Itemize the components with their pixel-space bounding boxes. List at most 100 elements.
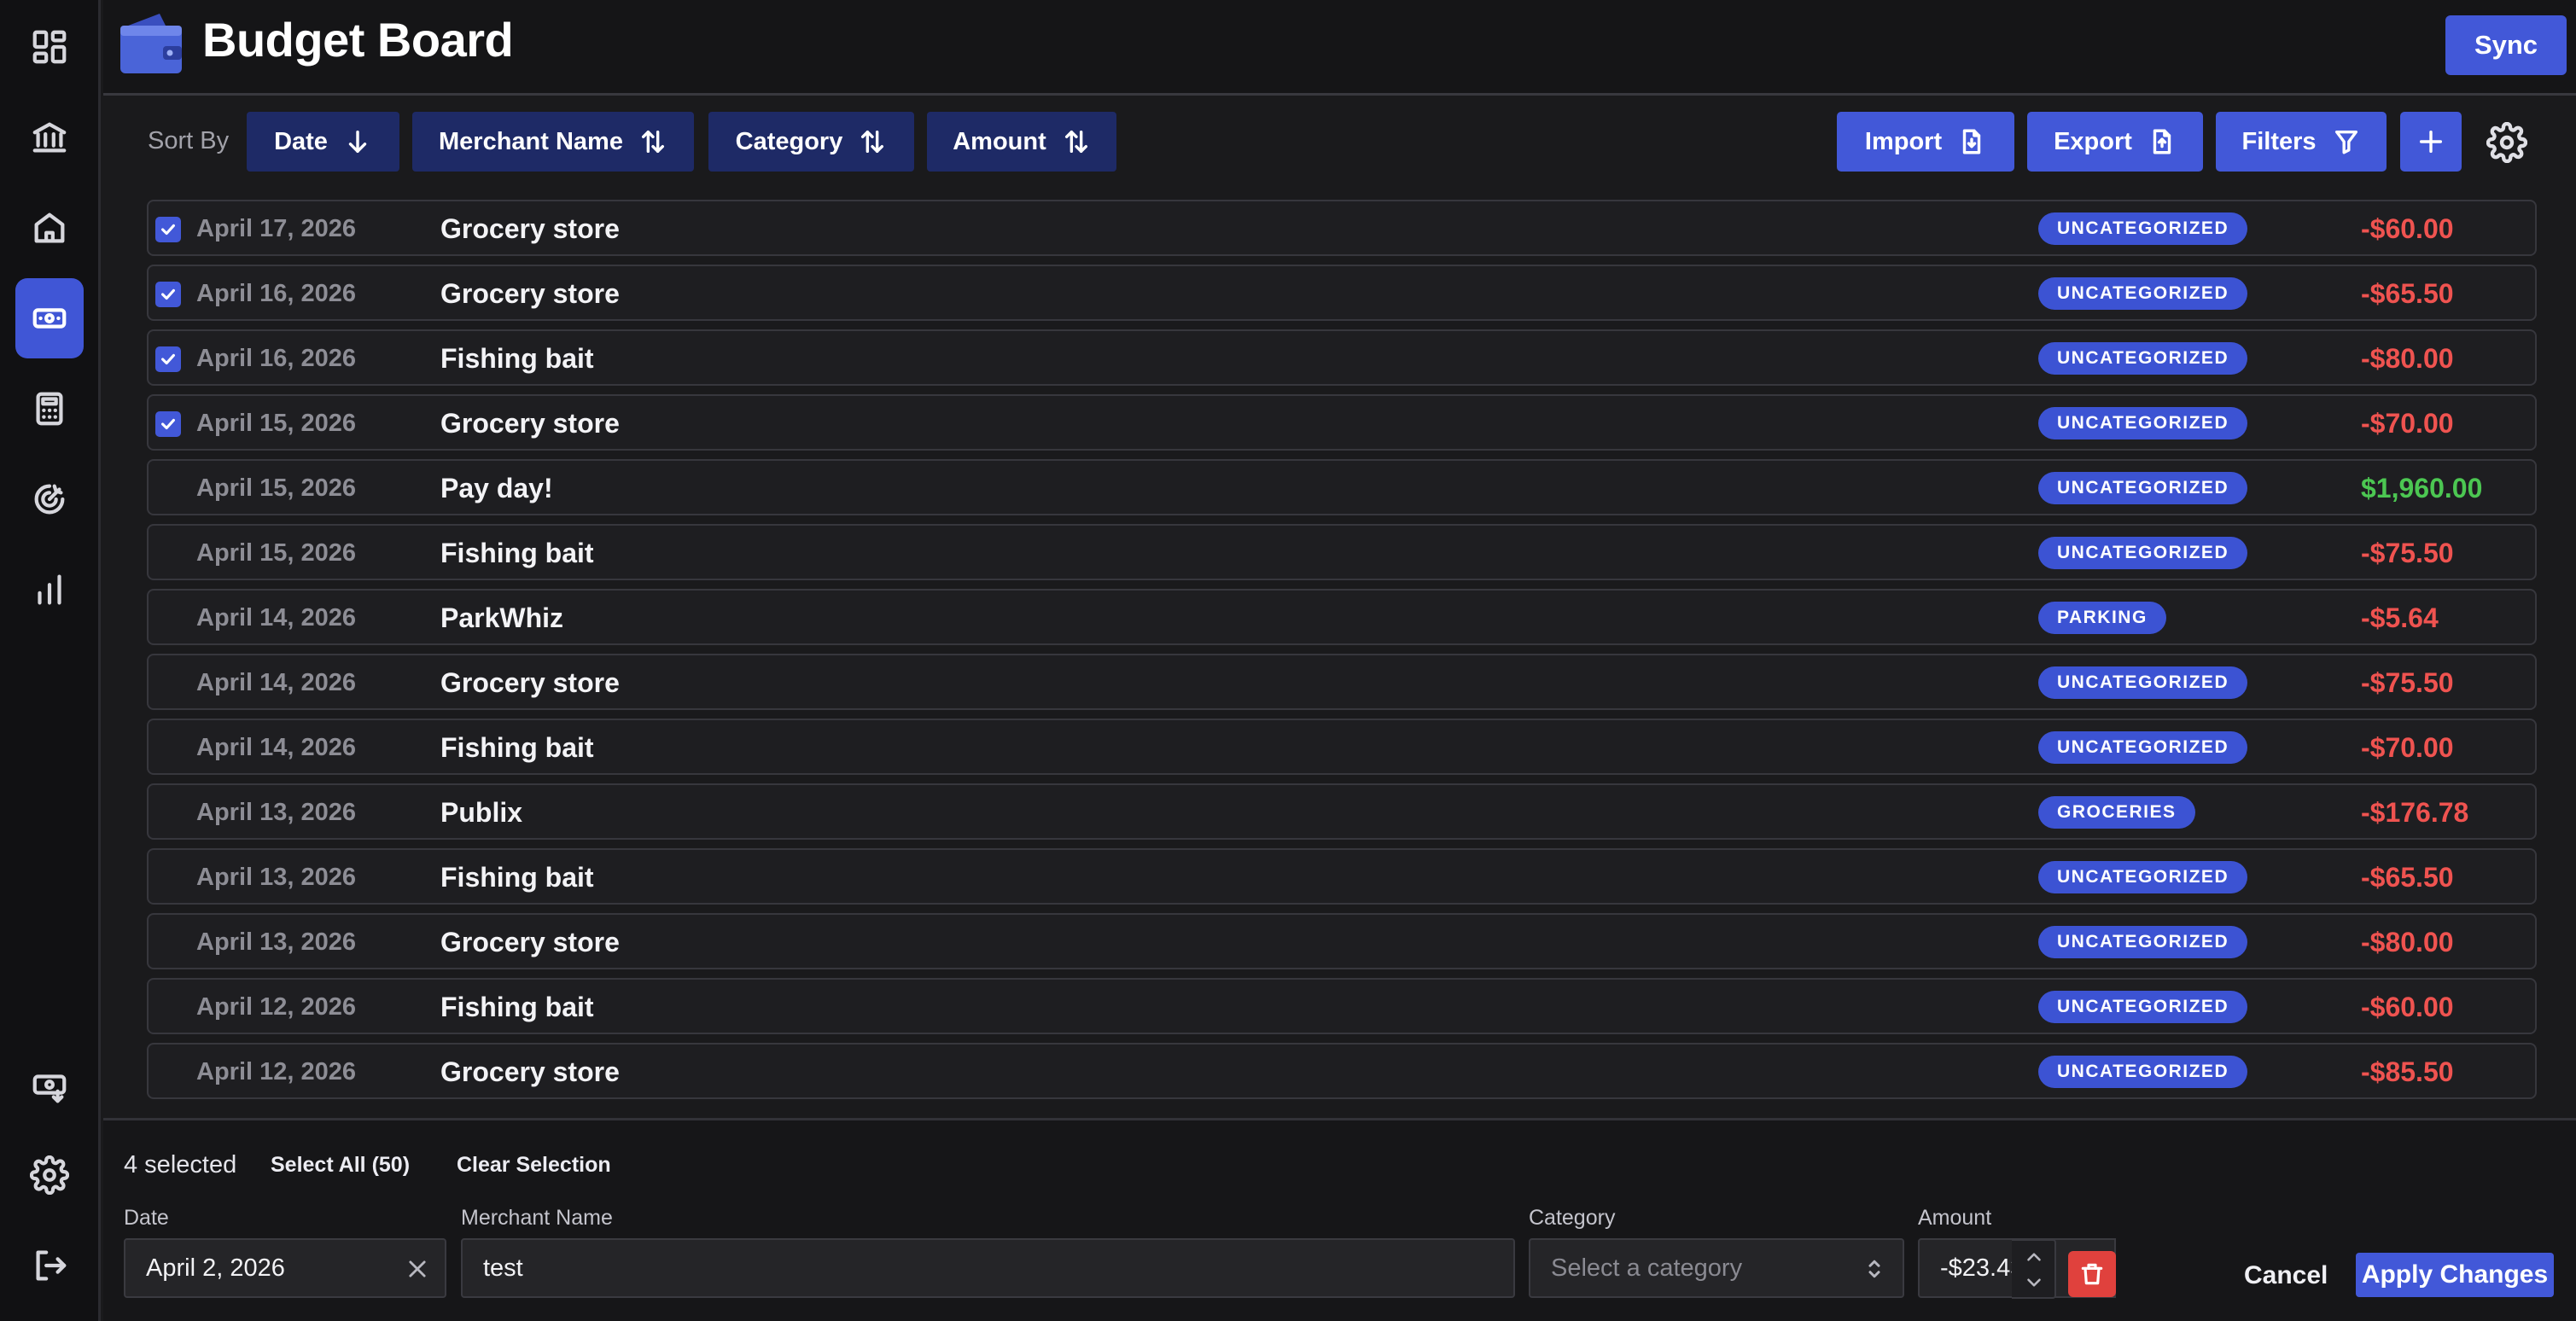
row-checkbox[interactable] (155, 282, 181, 307)
date-field[interactable]: April 2, 2026 (124, 1238, 446, 1298)
sort-merchant-button[interactable]: Merchant Name (412, 112, 694, 172)
transaction-row[interactable]: April 16, 2026 Grocery store UNCATEGORIZED… (147, 265, 2537, 321)
category-badge[interactable]: UNCATEGORIZED (2038, 407, 2248, 439)
transaction-amount: -$70.00 (2361, 732, 2454, 763)
sort-date-button[interactable]: Date (247, 112, 399, 172)
dashboard-icon (32, 30, 67, 64)
check-icon (161, 224, 175, 236)
transaction-merchant: Grocery store (440, 213, 620, 244)
transaction-date: April 12, 2026 (196, 993, 356, 1021)
nav-dashboard[interactable] (15, 7, 84, 87)
bulk-edit-panel: 4 selected Select All (50) Clear Selecti… (103, 1118, 2576, 1321)
app-title: Budget Board (202, 13, 514, 67)
cancel-button[interactable]: Cancel (2244, 1261, 2328, 1290)
apply-changes-button[interactable]: Apply Changes (2356, 1253, 2554, 1297)
transaction-list: April 17, 2026 Grocery store UNCATEGORIZED… (147, 200, 2537, 1116)
transaction-row[interactable]: April 15, 2026 Fishing bait UNCATEGORIZED -… (147, 524, 2537, 580)
amount-stepper[interactable] (2012, 1239, 2056, 1299)
clear-selection-button[interactable]: Clear Selection (457, 1153, 611, 1178)
filters-label: Filters (2241, 127, 2317, 155)
category-badge[interactable]: UNCATEGORIZED (2038, 926, 2248, 958)
transaction-merchant: Grocery store (440, 408, 620, 439)
nav-home[interactable] (15, 188, 84, 268)
nav-import-money[interactable] (15, 1046, 84, 1126)
transaction-date: April 15, 2026 (196, 474, 356, 502)
category-badge[interactable]: UNCATEGORIZED (2038, 342, 2248, 375)
transaction-row[interactable]: April 14, 2026 ParkWhiz PARKING -$5.64 (147, 589, 2537, 645)
delete-selected-button[interactable] (2068, 1251, 2116, 1297)
transaction-date: April 13, 2026 (196, 928, 356, 956)
transaction-merchant: Grocery store (440, 1056, 620, 1087)
sync-button[interactable]: Sync (2445, 15, 2567, 75)
category-badge[interactable]: UNCATEGORIZED (2038, 472, 2248, 504)
category-badge[interactable]: UNCATEGORIZED (2038, 1056, 2248, 1088)
import-button[interactable]: Import (1837, 112, 2014, 172)
merchant-field-label: Merchant Name (461, 1206, 613, 1230)
nav-accounts[interactable] (15, 97, 84, 177)
transaction-row[interactable]: April 13, 2026 Fishing bait UNCATEGORIZED -… (147, 848, 2537, 905)
category-badge[interactable]: UNCATEGORIZED (2038, 212, 2248, 245)
category-badge[interactable]: UNCATEGORIZED (2038, 861, 2248, 893)
category-badge[interactable]: UNCATEGORIZED (2038, 277, 2248, 310)
transaction-date: April 13, 2026 (196, 799, 356, 826)
category-badge[interactable]: UNCATEGORIZED (2038, 666, 2248, 699)
transaction-row[interactable]: April 13, 2026 Publix GROCERIES -$176.78 (147, 783, 2537, 840)
clear-date-icon[interactable] (405, 1257, 429, 1281)
transaction-row[interactable]: April 14, 2026 Grocery store UNCATEGORIZED… (147, 654, 2537, 710)
transaction-date: April 12, 2026 (196, 1058, 356, 1085)
merchant-name-input[interactable]: test (461, 1238, 1515, 1298)
row-checkbox[interactable] (155, 346, 181, 372)
export-button[interactable]: Export (2027, 112, 2203, 172)
sort-button-label: Date (274, 127, 328, 155)
category-badge[interactable]: UNCATEGORIZED (2038, 991, 2248, 1023)
category-badge[interactable]: UNCATEGORIZED (2038, 537, 2248, 569)
sort-category-button[interactable]: Category (708, 112, 914, 172)
select-all-button[interactable]: Select All (50) (271, 1153, 410, 1178)
transaction-row[interactable]: April 12, 2026 Grocery store UNCATEGORIZED… (147, 1043, 2537, 1099)
transaction-amount: $1,960.00 (2361, 473, 2483, 503)
money-download-icon (32, 1074, 67, 1103)
bar-chart-icon (38, 574, 61, 605)
transaction-amount: -$80.00 (2361, 927, 2454, 957)
transaction-row[interactable]: April 15, 2026 Pay day! UNCATEGORIZED $1,96… (147, 459, 2537, 515)
transaction-amount: -$75.50 (2361, 538, 2454, 568)
transaction-row[interactable]: April 12, 2026 Fishing bait UNCATEGORIZED -… (147, 978, 2537, 1034)
date-field-value: April 2, 2026 (146, 1254, 285, 1282)
category-badge[interactable]: GROCERIES (2038, 796, 2195, 829)
nav-settings[interactable] (15, 1135, 84, 1215)
chevron-down-icon[interactable] (2023, 1272, 2045, 1294)
app-header: Budget Board Sync (103, 0, 2576, 96)
list-settings-button[interactable] (2481, 117, 2532, 168)
row-checkbox[interactable] (155, 411, 181, 437)
calculator-icon (36, 392, 63, 426)
nav-goals[interactable] (15, 459, 84, 539)
transaction-row[interactable]: April 13, 2026 Grocery store UNCATEGORIZED… (147, 913, 2537, 969)
check-icon (161, 418, 175, 430)
filters-button[interactable]: Filters (2216, 112, 2387, 172)
transaction-row[interactable]: April 15, 2026 Grocery store UNCATEGORIZED… (147, 394, 2537, 451)
transaction-row[interactable]: April 14, 2026 Fishing bait UNCATEGORIZED -… (147, 719, 2537, 775)
bank-icon (32, 122, 67, 153)
transaction-merchant: Fishing bait (440, 992, 594, 1022)
row-checkbox[interactable] (155, 217, 181, 242)
sort-arrows-icon (1064, 130, 1087, 154)
category-badge[interactable]: PARKING (2038, 602, 2166, 634)
transaction-date: April 15, 2026 (196, 539, 356, 567)
category-select[interactable]: Select a category (1529, 1238, 1904, 1298)
chevron-up-icon[interactable] (2023, 1246, 2045, 1268)
transaction-row[interactable]: April 16, 2026 Fishing bait UNCATEGORIZED -… (147, 329, 2537, 386)
sort-amount-button[interactable]: Amount (927, 112, 1116, 172)
add-transaction-button[interactable] (2400, 112, 2462, 172)
sort-arrows-icon (861, 130, 884, 154)
transaction-row[interactable]: April 17, 2026 Grocery store UNCATEGORIZED… (147, 200, 2537, 256)
category-badge[interactable]: UNCATEGORIZED (2038, 731, 2248, 764)
nav-logout[interactable] (15, 1225, 84, 1306)
nav-transactions[interactable] (15, 278, 84, 358)
transaction-amount: -$60.00 (2361, 992, 2454, 1022)
transaction-date: April 15, 2026 (196, 410, 356, 437)
amount-field-label: Amount (1918, 1206, 1992, 1230)
nav-budgets[interactable] (15, 369, 84, 449)
nav-trends[interactable] (15, 550, 84, 630)
transaction-amount: -$65.50 (2361, 862, 2454, 893)
transaction-date: April 17, 2026 (196, 215, 356, 242)
